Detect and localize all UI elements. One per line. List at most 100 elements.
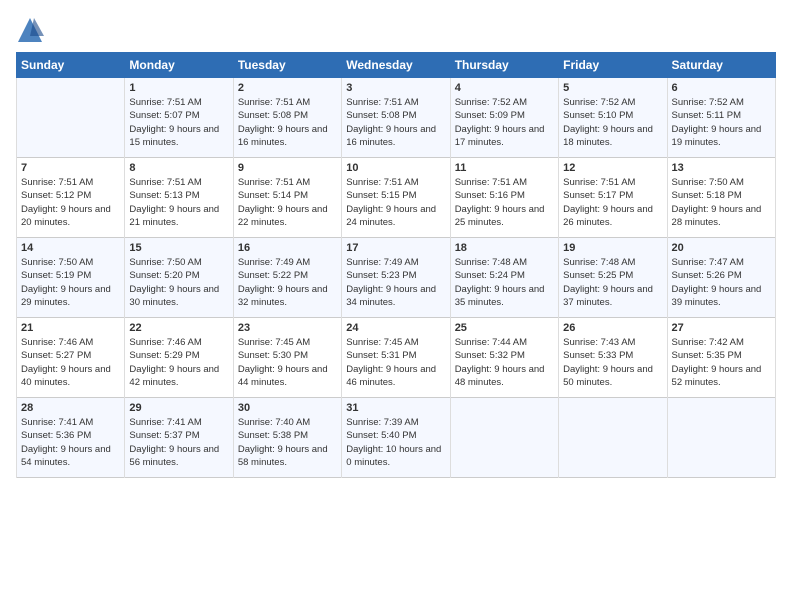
calendar-table: SundayMondayTuesdayWednesdayThursdayFrid… xyxy=(16,52,776,478)
day-info: Sunrise: 7:50 AMSunset: 5:19 PMDaylight:… xyxy=(21,256,120,309)
calendar-week-row: 7 Sunrise: 7:51 AMSunset: 5:12 PMDayligh… xyxy=(17,158,776,238)
day-number: 8 xyxy=(129,162,228,174)
weekday-header: Wednesday xyxy=(342,53,450,78)
calendar-cell xyxy=(450,398,558,478)
day-info: Sunrise: 7:51 AMSunset: 5:08 PMDaylight:… xyxy=(238,96,337,149)
day-number: 1 xyxy=(129,82,228,94)
day-info: Sunrise: 7:39 AMSunset: 5:40 PMDaylight:… xyxy=(346,416,445,469)
calendar-cell xyxy=(17,78,125,158)
weekday-header: Tuesday xyxy=(233,53,341,78)
day-info: Sunrise: 7:45 AMSunset: 5:31 PMDaylight:… xyxy=(346,336,445,389)
day-number: 26 xyxy=(563,322,662,334)
calendar-cell: 19 Sunrise: 7:48 AMSunset: 5:25 PMDaylig… xyxy=(559,238,667,318)
day-number: 9 xyxy=(238,162,337,174)
day-info: Sunrise: 7:51 AMSunset: 5:15 PMDaylight:… xyxy=(346,176,445,229)
calendar-cell: 5 Sunrise: 7:52 AMSunset: 5:10 PMDayligh… xyxy=(559,78,667,158)
day-info: Sunrise: 7:46 AMSunset: 5:27 PMDaylight:… xyxy=(21,336,120,389)
day-info: Sunrise: 7:48 AMSunset: 5:24 PMDaylight:… xyxy=(455,256,554,309)
calendar-cell: 30 Sunrise: 7:40 AMSunset: 5:38 PMDaylig… xyxy=(233,398,341,478)
day-number: 3 xyxy=(346,82,445,94)
day-number: 18 xyxy=(455,242,554,254)
calendar-cell: 18 Sunrise: 7:48 AMSunset: 5:24 PMDaylig… xyxy=(450,238,558,318)
day-info: Sunrise: 7:47 AMSunset: 5:26 PMDaylight:… xyxy=(672,256,771,309)
day-info: Sunrise: 7:51 AMSunset: 5:14 PMDaylight:… xyxy=(238,176,337,229)
day-info: Sunrise: 7:40 AMSunset: 5:38 PMDaylight:… xyxy=(238,416,337,469)
day-number: 4 xyxy=(455,82,554,94)
day-info: Sunrise: 7:52 AMSunset: 5:10 PMDaylight:… xyxy=(563,96,662,149)
calendar-cell: 9 Sunrise: 7:51 AMSunset: 5:14 PMDayligh… xyxy=(233,158,341,238)
day-info: Sunrise: 7:51 AMSunset: 5:07 PMDaylight:… xyxy=(129,96,228,149)
weekday-header: Monday xyxy=(125,53,233,78)
day-number: 2 xyxy=(238,82,337,94)
day-number: 20 xyxy=(672,242,771,254)
calendar-cell: 25 Sunrise: 7:44 AMSunset: 5:32 PMDaylig… xyxy=(450,318,558,398)
calendar-cell: 24 Sunrise: 7:45 AMSunset: 5:31 PMDaylig… xyxy=(342,318,450,398)
calendar-cell: 7 Sunrise: 7:51 AMSunset: 5:12 PMDayligh… xyxy=(17,158,125,238)
day-number: 15 xyxy=(129,242,228,254)
day-number: 5 xyxy=(563,82,662,94)
day-info: Sunrise: 7:48 AMSunset: 5:25 PMDaylight:… xyxy=(563,256,662,309)
page: SundayMondayTuesdayWednesdayThursdayFrid… xyxy=(0,0,792,486)
day-number: 27 xyxy=(672,322,771,334)
calendar-cell: 21 Sunrise: 7:46 AMSunset: 5:27 PMDaylig… xyxy=(17,318,125,398)
header xyxy=(16,16,776,44)
calendar-cell: 31 Sunrise: 7:39 AMSunset: 5:40 PMDaylig… xyxy=(342,398,450,478)
day-info: Sunrise: 7:49 AMSunset: 5:22 PMDaylight:… xyxy=(238,256,337,309)
day-number: 6 xyxy=(672,82,771,94)
day-number: 28 xyxy=(21,402,120,414)
day-number: 24 xyxy=(346,322,445,334)
header-row: SundayMondayTuesdayWednesdayThursdayFrid… xyxy=(17,53,776,78)
day-info: Sunrise: 7:50 AMSunset: 5:20 PMDaylight:… xyxy=(129,256,228,309)
calendar-cell: 12 Sunrise: 7:51 AMSunset: 5:17 PMDaylig… xyxy=(559,158,667,238)
calendar-cell xyxy=(667,398,775,478)
calendar-cell: 8 Sunrise: 7:51 AMSunset: 5:13 PMDayligh… xyxy=(125,158,233,238)
day-info: Sunrise: 7:51 AMSunset: 5:16 PMDaylight:… xyxy=(455,176,554,229)
day-info: Sunrise: 7:49 AMSunset: 5:23 PMDaylight:… xyxy=(346,256,445,309)
calendar-cell: 2 Sunrise: 7:51 AMSunset: 5:08 PMDayligh… xyxy=(233,78,341,158)
day-number: 19 xyxy=(563,242,662,254)
calendar-cell: 4 Sunrise: 7:52 AMSunset: 5:09 PMDayligh… xyxy=(450,78,558,158)
day-info: Sunrise: 7:51 AMSunset: 5:13 PMDaylight:… xyxy=(129,176,228,229)
day-number: 14 xyxy=(21,242,120,254)
calendar-cell: 29 Sunrise: 7:41 AMSunset: 5:37 PMDaylig… xyxy=(125,398,233,478)
logo xyxy=(16,16,48,44)
calendar-cell: 14 Sunrise: 7:50 AMSunset: 5:19 PMDaylig… xyxy=(17,238,125,318)
calendar-cell: 17 Sunrise: 7:49 AMSunset: 5:23 PMDaylig… xyxy=(342,238,450,318)
day-number: 30 xyxy=(238,402,337,414)
calendar-week-row: 1 Sunrise: 7:51 AMSunset: 5:07 PMDayligh… xyxy=(17,78,776,158)
calendar-cell: 11 Sunrise: 7:51 AMSunset: 5:16 PMDaylig… xyxy=(450,158,558,238)
day-info: Sunrise: 7:51 AMSunset: 5:17 PMDaylight:… xyxy=(563,176,662,229)
day-number: 7 xyxy=(21,162,120,174)
calendar-week-row: 14 Sunrise: 7:50 AMSunset: 5:19 PMDaylig… xyxy=(17,238,776,318)
logo-icon xyxy=(16,16,44,44)
calendar-cell: 27 Sunrise: 7:42 AMSunset: 5:35 PMDaylig… xyxy=(667,318,775,398)
calendar-cell: 20 Sunrise: 7:47 AMSunset: 5:26 PMDaylig… xyxy=(667,238,775,318)
calendar-cell: 1 Sunrise: 7:51 AMSunset: 5:07 PMDayligh… xyxy=(125,78,233,158)
day-number: 31 xyxy=(346,402,445,414)
calendar-cell: 10 Sunrise: 7:51 AMSunset: 5:15 PMDaylig… xyxy=(342,158,450,238)
weekday-header: Saturday xyxy=(667,53,775,78)
day-number: 23 xyxy=(238,322,337,334)
calendar-cell: 3 Sunrise: 7:51 AMSunset: 5:08 PMDayligh… xyxy=(342,78,450,158)
day-info: Sunrise: 7:46 AMSunset: 5:29 PMDaylight:… xyxy=(129,336,228,389)
day-info: Sunrise: 7:43 AMSunset: 5:33 PMDaylight:… xyxy=(563,336,662,389)
day-number: 12 xyxy=(563,162,662,174)
calendar-cell xyxy=(559,398,667,478)
calendar-cell: 26 Sunrise: 7:43 AMSunset: 5:33 PMDaylig… xyxy=(559,318,667,398)
weekday-header: Thursday xyxy=(450,53,558,78)
day-number: 21 xyxy=(21,322,120,334)
day-info: Sunrise: 7:52 AMSunset: 5:11 PMDaylight:… xyxy=(672,96,771,149)
day-number: 22 xyxy=(129,322,228,334)
weekday-header: Friday xyxy=(559,53,667,78)
day-info: Sunrise: 7:42 AMSunset: 5:35 PMDaylight:… xyxy=(672,336,771,389)
weekday-header: Sunday xyxy=(17,53,125,78)
day-number: 11 xyxy=(455,162,554,174)
day-info: Sunrise: 7:51 AMSunset: 5:12 PMDaylight:… xyxy=(21,176,120,229)
day-info: Sunrise: 7:51 AMSunset: 5:08 PMDaylight:… xyxy=(346,96,445,149)
calendar-week-row: 28 Sunrise: 7:41 AMSunset: 5:36 PMDaylig… xyxy=(17,398,776,478)
calendar-cell: 6 Sunrise: 7:52 AMSunset: 5:11 PMDayligh… xyxy=(667,78,775,158)
day-number: 17 xyxy=(346,242,445,254)
calendar-cell: 13 Sunrise: 7:50 AMSunset: 5:18 PMDaylig… xyxy=(667,158,775,238)
day-info: Sunrise: 7:45 AMSunset: 5:30 PMDaylight:… xyxy=(238,336,337,389)
calendar-cell: 28 Sunrise: 7:41 AMSunset: 5:36 PMDaylig… xyxy=(17,398,125,478)
